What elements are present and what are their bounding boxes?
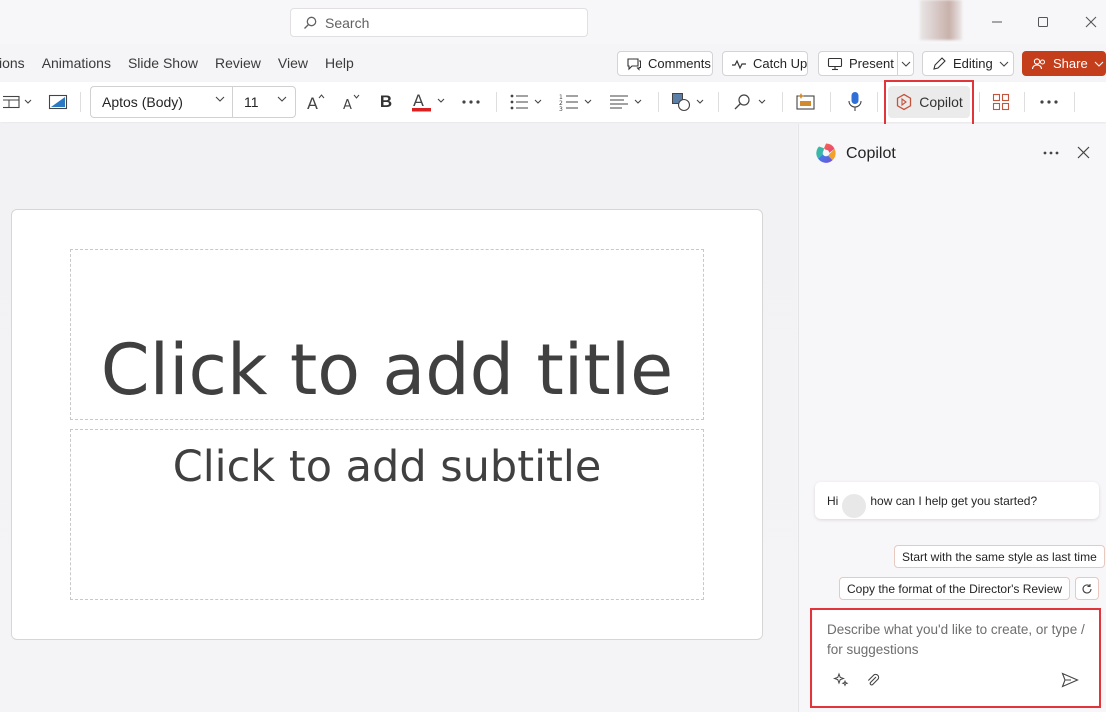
decrease-font-size-icon[interactable]: A: [339, 86, 363, 118]
chevron-down-icon: [1094, 61, 1104, 67]
copilot-input-box[interactable]: Describe what you'd like to create, or t…: [813, 610, 1099, 706]
numbering-icon[interactable]: 123: [558, 86, 596, 118]
more-font-options-icon[interactable]: [458, 86, 484, 118]
greeting-prefix: Hi: [827, 493, 839, 508]
refresh-icon: [1081, 583, 1093, 595]
title-bar: Search: [0, 0, 1106, 44]
copilot-button[interactable]: Copilot: [888, 86, 970, 118]
subtitle-placeholder[interactable]: Click to add subtitle: [70, 429, 704, 600]
avatar[interactable]: [920, 0, 962, 40]
pulse-icon: [731, 58, 747, 70]
svg-text:3: 3: [559, 106, 563, 111]
font-name-value: Aptos (Body): [102, 94, 183, 110]
menu-tab-transitions[interactable]: ions: [0, 55, 25, 71]
svg-text:A: A: [307, 94, 318, 111]
maximize-icon[interactable]: [1031, 10, 1055, 34]
copilot-input-placeholder[interactable]: Describe what you'd like to create, or t…: [827, 620, 1089, 660]
shapes-icon[interactable]: [670, 86, 708, 118]
share-label: Share: [1053, 56, 1088, 71]
copilot-pane-title: Copilot: [846, 145, 896, 162]
comments-label: Comments: [648, 56, 711, 71]
pane-more-options-icon[interactable]: [1043, 151, 1059, 155]
menu-tab-view[interactable]: View: [278, 55, 308, 71]
send-icon[interactable]: [1061, 672, 1079, 688]
minimize-icon[interactable]: [985, 10, 1009, 34]
pencil-icon: [931, 56, 947, 72]
redacted-name: [842, 493, 867, 518]
menu-tab-help[interactable]: Help: [325, 55, 354, 71]
people-icon: [1031, 57, 1047, 71]
more-options-icon[interactable]: [1036, 86, 1062, 118]
close-window-icon[interactable]: [1079, 10, 1103, 34]
comment-icon: [626, 57, 642, 71]
bold-button[interactable]: B: [374, 86, 398, 118]
increase-font-size-icon[interactable]: A: [303, 86, 329, 118]
present-label: Present: [849, 56, 894, 71]
editing-label: Editing: [953, 56, 993, 71]
search-placeholder: Search: [325, 14, 370, 31]
chevron-down-icon: [277, 96, 287, 102]
find-icon[interactable]: [732, 86, 770, 118]
font-color-button[interactable]: A: [408, 86, 450, 118]
present-icon: [827, 57, 843, 71]
close-pane-icon[interactable]: [1077, 146, 1090, 159]
background-format-icon[interactable]: [44, 86, 72, 118]
comments-button[interactable]: Comments: [617, 51, 713, 76]
menu-tab-animations[interactable]: Animations: [42, 55, 111, 71]
chevron-down-icon: [999, 61, 1009, 67]
copilot-pane: Copilot Hi how can I help get you starte…: [798, 124, 1106, 712]
svg-text:A: A: [343, 98, 352, 111]
search-icon: [303, 16, 317, 30]
ribbon-toolbar: Aptos (Body) 11 A A B A 123 Copilot: [0, 82, 1106, 122]
copilot-icon: [895, 93, 913, 111]
align-text-icon[interactable]: [608, 86, 646, 118]
copilot-logo-icon: [815, 142, 837, 164]
suggestion-chip[interactable]: Start with the same style as last time: [894, 545, 1105, 568]
catch-up-label: Catch Up: [753, 56, 808, 71]
copilot-greeting-message: Hi how can I help get you started?: [815, 482, 1099, 519]
attach-icon[interactable]: [865, 672, 881, 688]
editing-mode-button[interactable]: Editing: [922, 51, 1014, 76]
menu-tab-review[interactable]: Review: [215, 55, 261, 71]
dictate-microphone-icon[interactable]: [842, 86, 868, 118]
present-button[interactable]: Present: [818, 51, 898, 76]
chevron-down-icon: [215, 96, 225, 102]
copilot-label: Copilot: [919, 94, 963, 110]
present-dropdown[interactable]: [897, 51, 914, 76]
search-box[interactable]: Search: [290, 8, 588, 37]
svg-text:A: A: [413, 91, 424, 110]
title-placeholder[interactable]: Click to add title: [70, 249, 704, 420]
sparkle-prompts-icon[interactable]: [833, 672, 849, 688]
slide: Click to add title Click to add subtitle: [11, 209, 763, 640]
menu-tab-slide-show[interactable]: Slide Show: [128, 55, 198, 71]
chevron-down-icon: [901, 61, 911, 67]
font-name-dropdown[interactable]: Aptos (Body): [90, 86, 233, 118]
refresh-suggestions-button[interactable]: [1075, 577, 1099, 600]
catch-up-button[interactable]: Catch Up: [722, 51, 808, 76]
designer-icon[interactable]: [793, 86, 819, 118]
suggestion-chip[interactable]: Copy the format of the Director's Review: [839, 577, 1071, 600]
share-button[interactable]: Share: [1022, 51, 1106, 76]
font-size-value: 11: [244, 94, 259, 110]
add-ins-icon[interactable]: [988, 86, 1014, 118]
greeting-suffix: how can I help get you started?: [870, 493, 1038, 508]
font-size-dropdown[interactable]: 11: [232, 86, 296, 118]
bullets-icon[interactable]: [508, 86, 546, 118]
layout-icon[interactable]: [0, 86, 36, 118]
